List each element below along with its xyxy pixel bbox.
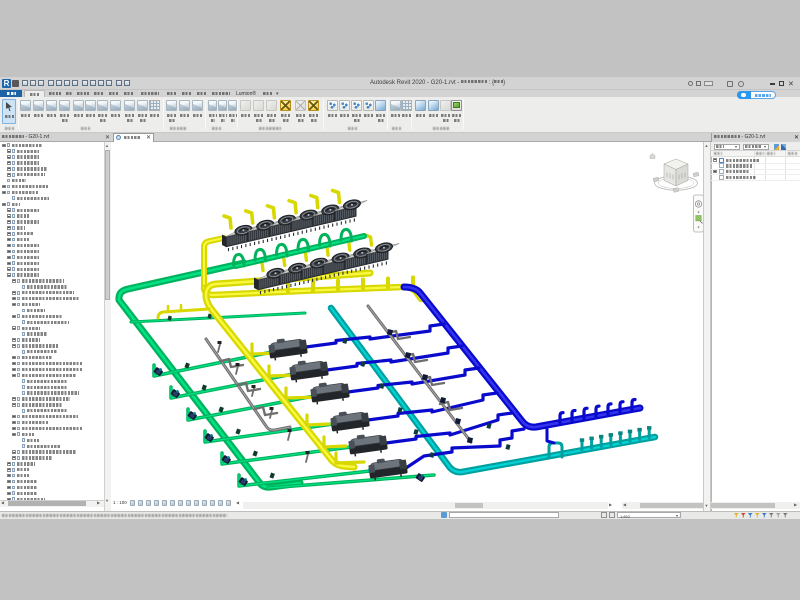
svg-text:▾: ▾ <box>697 225 699 230</box>
svg-text:▾: ▾ <box>697 210 699 215</box>
